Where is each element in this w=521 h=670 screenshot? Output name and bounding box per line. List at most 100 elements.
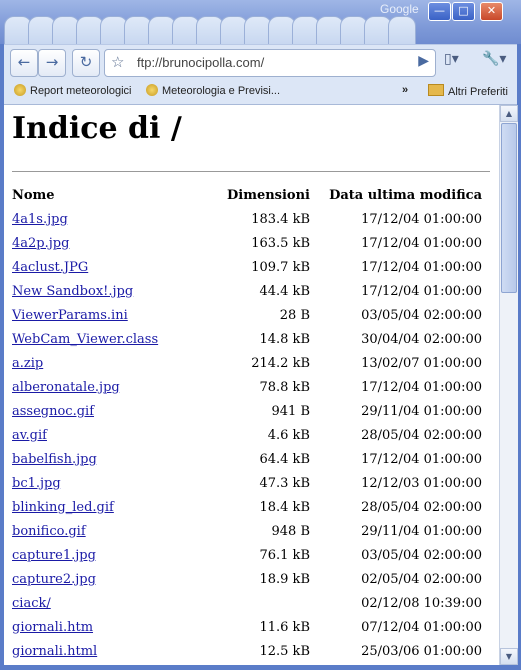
table-row: babelfish.jpg 64.4 kB 17/12/04 01:00:00 [12,447,482,471]
file-link[interactable]: 4a2p.jpg [12,236,69,251]
scroll-up-icon[interactable]: ▲ [500,105,518,122]
file-name-cell: babelfish.jpg [12,447,195,471]
column-header-size[interactable]: Dimensioni [195,183,310,207]
file-link[interactable]: av.gif [12,428,47,443]
file-size-cell: 76.1 kB [259,547,310,563]
file-link[interactable]: a.zip [12,356,43,371]
file-size-cell: 948 B [271,523,311,539]
file-date-cell: 17/12/04 01:00:00 [361,235,482,251]
file-name-cell: WebCam_Viewer.class [12,327,195,351]
file-size-cell: 163.5 kB [251,235,310,251]
file-size-cell [195,591,310,615]
file-date-cell: 17/12/04 01:00:00 [361,283,482,299]
file-link[interactable]: capture1.jpg [12,548,96,563]
folder-icon [428,84,444,96]
file-link[interactable]: giornali.html [12,644,97,659]
file-size-cell: 11.6 kB [259,619,310,635]
back-button[interactable]: ← [10,49,38,77]
vertical-scrollbar[interactable]: ▲ ▼ [499,105,518,665]
table-row: a.zip 214.2 kB 13/02/07 01:00:00 [12,351,482,375]
page-title: Indice di / [12,111,182,146]
file-link[interactable]: capture2.jpg [12,572,96,587]
bookmark-star-icon[interactable]: ☆ [111,53,124,71]
file-link[interactable]: New Sandbox!.jpg [12,284,133,299]
scrollbar-thumb[interactable] [501,123,517,293]
address-bar[interactable]: ☆ ftp://brunocipolla.com/ ▶ [104,49,436,77]
file-date-cell: 17/12/04 01:00:00 [361,379,482,395]
file-name-cell: ViewerParams.ini [12,303,195,327]
file-link[interactable]: assegnoc.gif [12,404,94,419]
file-name-cell: New Sandbox!.jpg [12,279,195,303]
file-name-cell: 4aclust.JPG [12,255,195,279]
file-size-cell: 183.4 kB [251,211,310,227]
file-link[interactable]: ViewerParams.ini [12,308,128,323]
title-bar: Google — □ ✕ [0,0,521,45]
file-date-cell: 29/11/04 01:00:00 [361,403,482,419]
minimize-button[interactable]: — [428,2,451,21]
file-size-cell: 109.7 kB [251,259,310,275]
close-button[interactable]: ✕ [480,2,503,21]
file-date-cell: 29/11/04 01:00:00 [361,523,482,539]
file-size-cell: 18.9 kB [259,571,310,587]
reload-button[interactable]: ↻ [72,49,100,77]
file-name-cell: bc1.jpg [12,471,195,495]
file-date-cell: 02/12/08 10:39:00 [361,595,482,611]
table-row: av.gif 4.6 kB 28/05/04 02:00:00 [12,423,482,447]
table-row: ViewerParams.ini 28 B 03/05/04 02:00:00 [12,303,482,327]
other-bookmarks-folder[interactable]: Altri Preferiti [428,84,508,98]
file-date-cell: 07/12/04 01:00:00 [361,619,482,635]
address-input[interactable]: ftp://brunocipolla.com/ [137,55,264,70]
wrench-menu-icon[interactable]: 🔧▾ [482,51,506,67]
table-row: 4a1s.jpg 183.4 kB 17/12/04 01:00:00 [12,207,482,231]
table-row: 4aclust.JPG 109.7 kB 17/12/04 01:00:00 [12,255,482,279]
page-menu-icon[interactable]: ▯▾ [444,51,459,67]
tab-strip[interactable] [4,10,424,45]
file-date-cell: 12/12/03 01:00:00 [361,475,482,491]
column-header-name[interactable]: Nome [12,183,195,207]
file-name-cell: 4a1s.jpg [12,207,195,231]
file-link[interactable]: bc1.jpg [12,476,61,491]
bookmark-item[interactable]: Report meteorologici [14,84,132,97]
table-header: Nome Dimensioni Data ultima modifica [12,183,482,207]
file-size-cell: 64.4 kB [259,451,310,467]
file-date-cell: 28/05/04 02:00:00 [361,499,482,515]
file-link[interactable]: alberonatale.jpg [12,380,120,395]
file-link[interactable]: ciack/ [12,596,51,611]
file-date-cell: 03/05/04 02:00:00 [361,547,482,563]
file-date-cell: 03/05/04 02:00:00 [361,307,482,323]
file-size-cell: 78.8 kB [259,379,310,395]
file-date-cell: 17/12/04 01:00:00 [361,211,482,227]
forward-arrow-icon: → [45,53,59,71]
brand-label: Google [380,2,419,16]
file-name-cell: capture1.jpg [12,543,195,567]
forward-button[interactable]: → [38,49,66,77]
file-name-cell: ciack/ [12,591,195,615]
column-header-date[interactable]: Data ultima modifica [310,183,482,207]
table-row: assegnoc.gif 941 B 29/11/04 01:00:00 [12,399,482,423]
file-name-cell: giornali.htm [12,615,195,639]
file-link[interactable]: babelfish.jpg [12,452,97,467]
file-link[interactable]: blinking_led.gif [12,500,114,515]
bookmark-item[interactable]: Meteorologia e Previsi... [146,84,280,97]
page-content: Indice di / Nome Dimensioni Data ultima … [4,105,499,665]
reload-icon: ↻ [79,53,93,71]
file-size-cell: 214.2 kB [251,355,310,371]
table-row: New Sandbox!.jpg 44.4 kB 17/12/04 01:00:00 [12,279,482,303]
table-row: capture2.jpg 18.9 kB 02/05/04 02:00:00 [12,567,482,591]
file-size-cell: 14.8 kB [259,331,310,347]
bookmark-favicon-icon [146,84,158,96]
bookmarks-overflow-chevron[interactable]: » [402,84,408,96]
go-icon[interactable]: ▶ [418,53,429,69]
table-row: alberonatale.jpg 78.8 kB 17/12/04 01:00:00 [12,375,482,399]
file-link[interactable]: WebCam_Viewer.class [12,332,158,347]
table-row: bonifico.gif 948 B 29/11/04 01:00:00 [12,519,482,543]
file-link[interactable]: 4aclust.JPG [12,260,88,275]
file-size-cell: 47.3 kB [259,475,310,491]
file-link[interactable]: bonifico.gif [12,524,86,539]
file-link[interactable]: giornali.htm [12,620,93,635]
table-row: WebCam_Viewer.class 14.8 kB 30/04/04 02:00… [12,327,482,351]
scroll-down-icon[interactable]: ▼ [500,648,518,665]
file-link[interactable]: 4a1s.jpg [12,212,68,227]
file-date-cell: 30/04/04 02:00:00 [361,331,482,347]
maximize-button[interactable]: □ [452,2,475,21]
